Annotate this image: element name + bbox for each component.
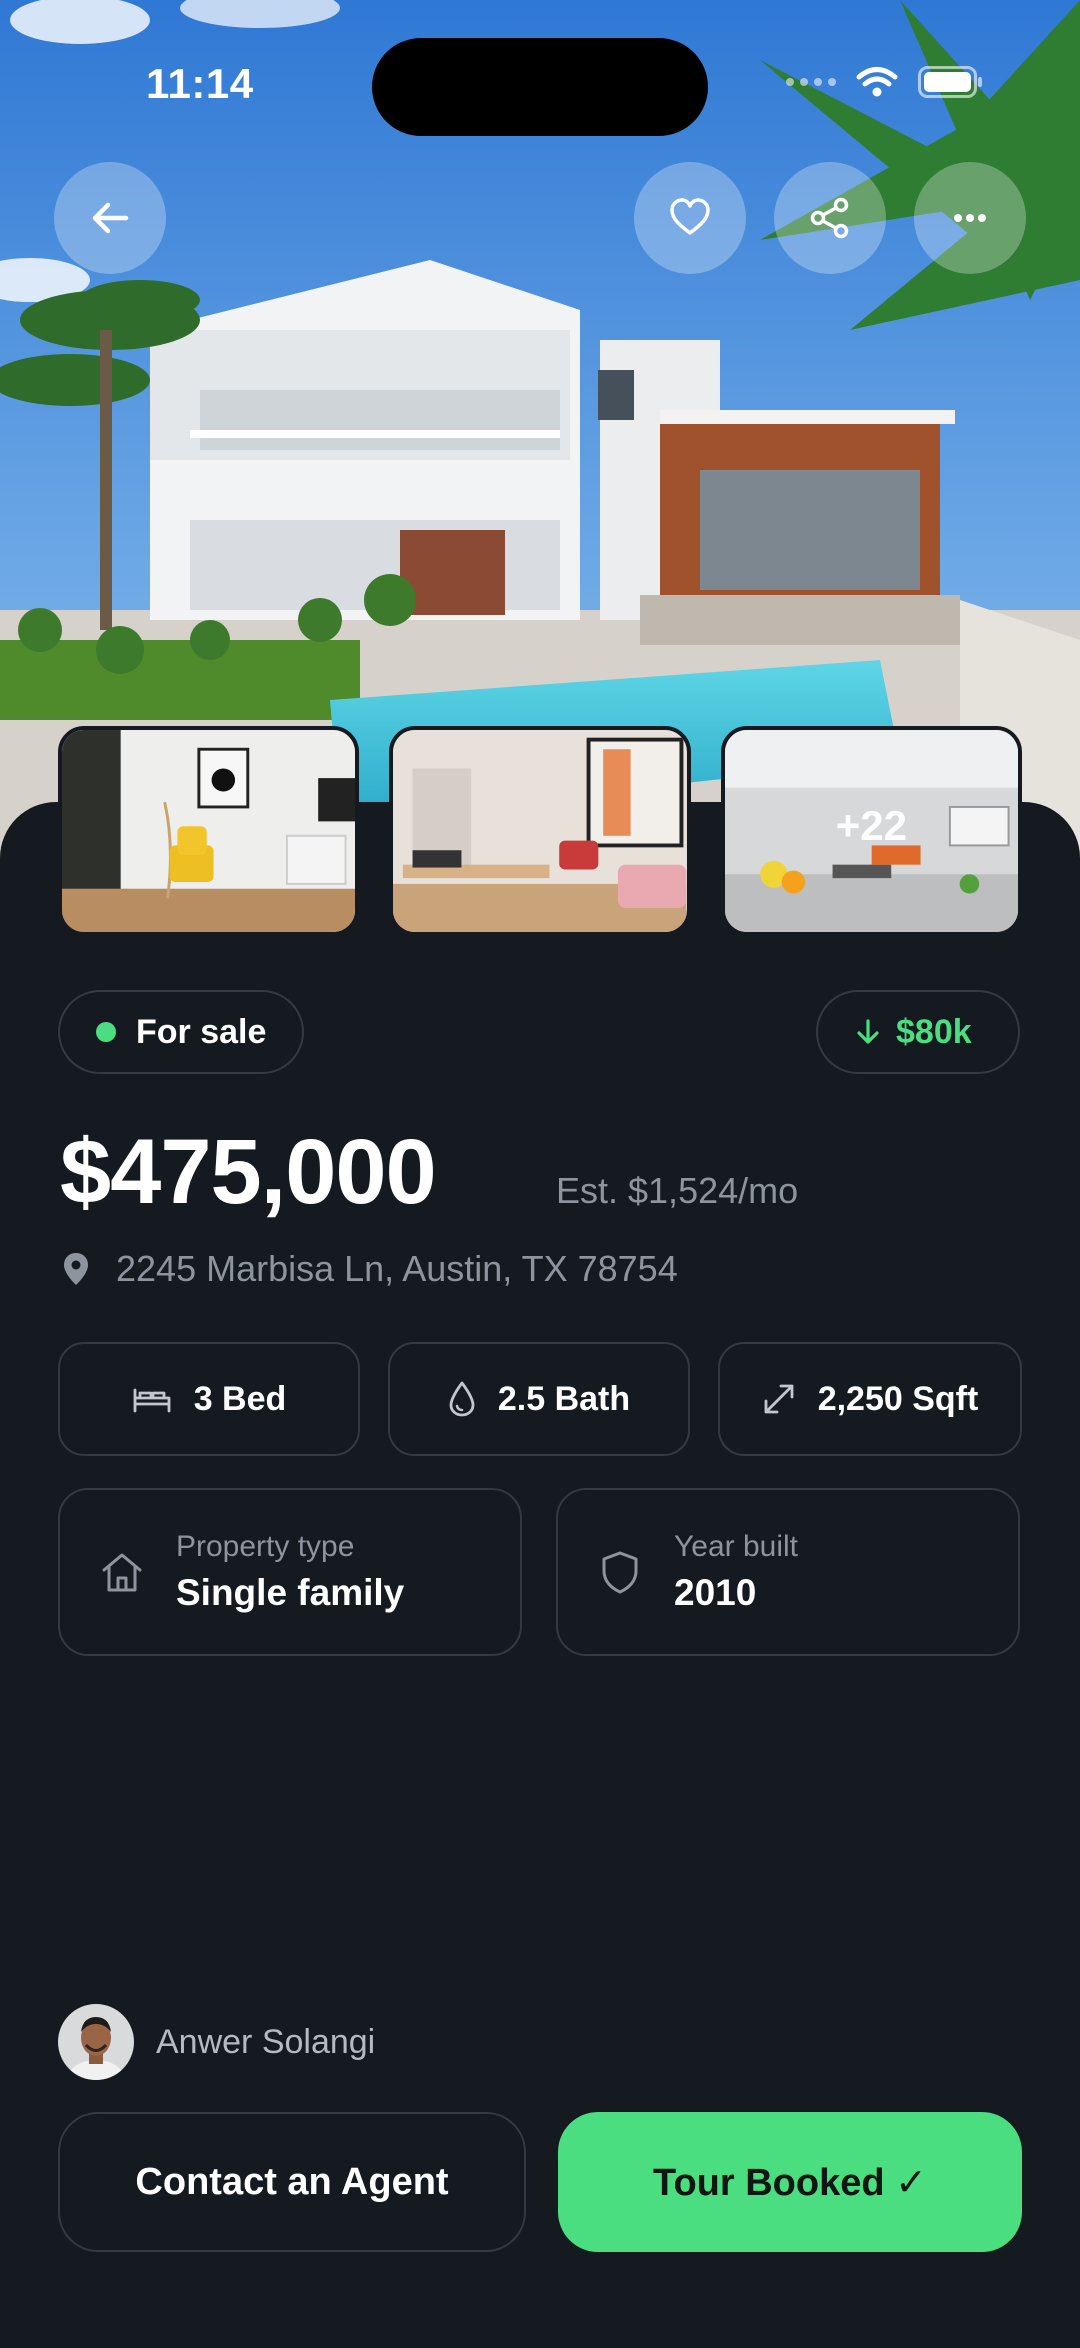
photo-gallery: +22 xyxy=(58,726,1022,936)
signal-icon xyxy=(786,78,836,86)
gallery-thumb-dining[interactable] xyxy=(389,726,691,936)
more-button[interactable] xyxy=(914,162,1026,274)
location-pin-icon xyxy=(64,1253,88,1285)
year-built-card: Year built 2010 xyxy=(556,1488,1020,1656)
drop-icon xyxy=(449,1381,475,1417)
bed-icon xyxy=(133,1388,171,1413)
monthly-estimate: Est. $1,524/mo xyxy=(556,1170,799,1211)
avatar xyxy=(58,2004,134,2080)
feature-beds-label: 3 Bed xyxy=(193,1379,287,1418)
listing-status-label: For sale xyxy=(136,1012,267,1051)
feature-sqft-label: 2,250 Sqft xyxy=(817,1379,979,1418)
price-drop-amount: $80k xyxy=(896,1012,972,1051)
share-icon xyxy=(810,197,849,239)
address-text: 2245 Marbisa Ln, Austin, TX 78754 xyxy=(116,1248,678,1289)
expand-arrows-icon xyxy=(764,1384,794,1414)
price-drop-badge: $80k xyxy=(816,990,1020,1074)
contact-agent-button[interactable]: Contact an Agent xyxy=(58,2112,526,2252)
gallery-more-count: +22 xyxy=(835,802,907,849)
status-dot xyxy=(96,1022,116,1042)
feature-sqft: 2,250 Sqft xyxy=(718,1342,1022,1456)
status-icons xyxy=(786,66,984,98)
shield-icon xyxy=(602,1551,638,1594)
feature-baths: 2.5 Bath xyxy=(388,1342,690,1456)
gallery-thumb-living[interactable] xyxy=(58,726,360,936)
favorite-button[interactable] xyxy=(634,162,746,274)
more-horizontal-icon xyxy=(954,214,986,222)
status-time: 11:14 xyxy=(146,60,254,107)
battery-icon xyxy=(918,66,982,98)
property-type-label: Property type xyxy=(176,1530,355,1563)
feature-beds: 3 Bed xyxy=(58,1342,360,1456)
listing-address: 2245 Marbisa Ln, Austin, TX 78754 xyxy=(62,1248,678,1290)
gallery-thumb-kitchen[interactable]: +22 xyxy=(720,726,1022,936)
share-button[interactable] xyxy=(774,162,886,274)
heart-icon xyxy=(670,198,710,235)
property-type-card: Property type Single family xyxy=(58,1488,522,1656)
listing-price: $475,000 xyxy=(60,1121,437,1223)
feature-baths-label: 2.5 Bath xyxy=(497,1379,631,1418)
year-built-value: 2010 xyxy=(674,1572,757,1613)
house-icon xyxy=(102,1553,142,1592)
listing-status-badge: For sale xyxy=(58,990,304,1074)
agent-row[interactable]: Anwer Solangi xyxy=(58,2004,375,2080)
wifi-icon xyxy=(856,67,898,97)
tour-booked-button[interactable]: Tour Booked ✓ xyxy=(558,2112,1022,2252)
arrow-left-icon xyxy=(92,202,129,234)
agent-name: Anwer Solangi xyxy=(156,2022,376,2061)
arrow-down-icon xyxy=(857,1019,879,1044)
year-built-label: Year built xyxy=(674,1530,798,1563)
back-button[interactable] xyxy=(54,162,166,274)
property-type-value: Single family xyxy=(176,1572,405,1613)
dynamic-island xyxy=(372,38,708,136)
